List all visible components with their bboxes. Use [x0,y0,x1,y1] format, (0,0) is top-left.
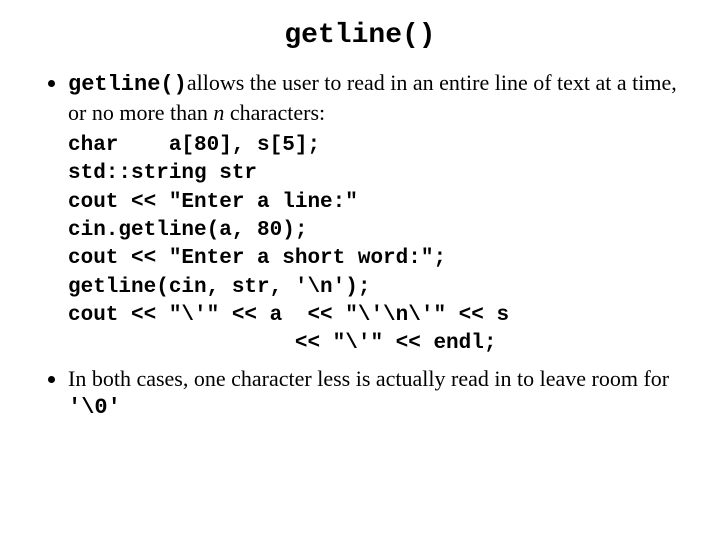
code-block: char a[80], s[5]; std::string str cout <… [68,132,680,359]
code-inline-null: '\0' [68,395,121,420]
code-line-2: std::string str [68,162,257,185]
bullet-list-2: In both cases, one character less is act… [40,365,680,422]
code-line-3: cout << "Enter a line:" [68,191,358,214]
bullet-item-2: In both cases, one character less is act… [68,365,680,422]
bullet1-text-b: characters: [224,100,325,125]
page-title: getline() [40,20,680,51]
italic-n: n [213,100,224,125]
code-line-1: char a[80], s[5]; [68,134,320,157]
code-line-4: cin.getline(a, 80); [68,219,307,242]
code-line-7: cout << "\'" << a << "\'\n\'" << s [68,304,509,327]
bullet-list: getline()allows the user to read in an e… [40,69,680,126]
bullet2-text: In both cases, one character less is act… [68,366,669,391]
code-line-8: << "\'" << endl; [68,332,496,355]
code-line-6: getline(cin, str, '\n'); [68,276,370,299]
code-inline-getline: getline() [68,72,187,97]
code-line-5: cout << "Enter a short word:"; [68,247,446,270]
bullet-item-1: getline()allows the user to read in an e… [68,69,680,126]
